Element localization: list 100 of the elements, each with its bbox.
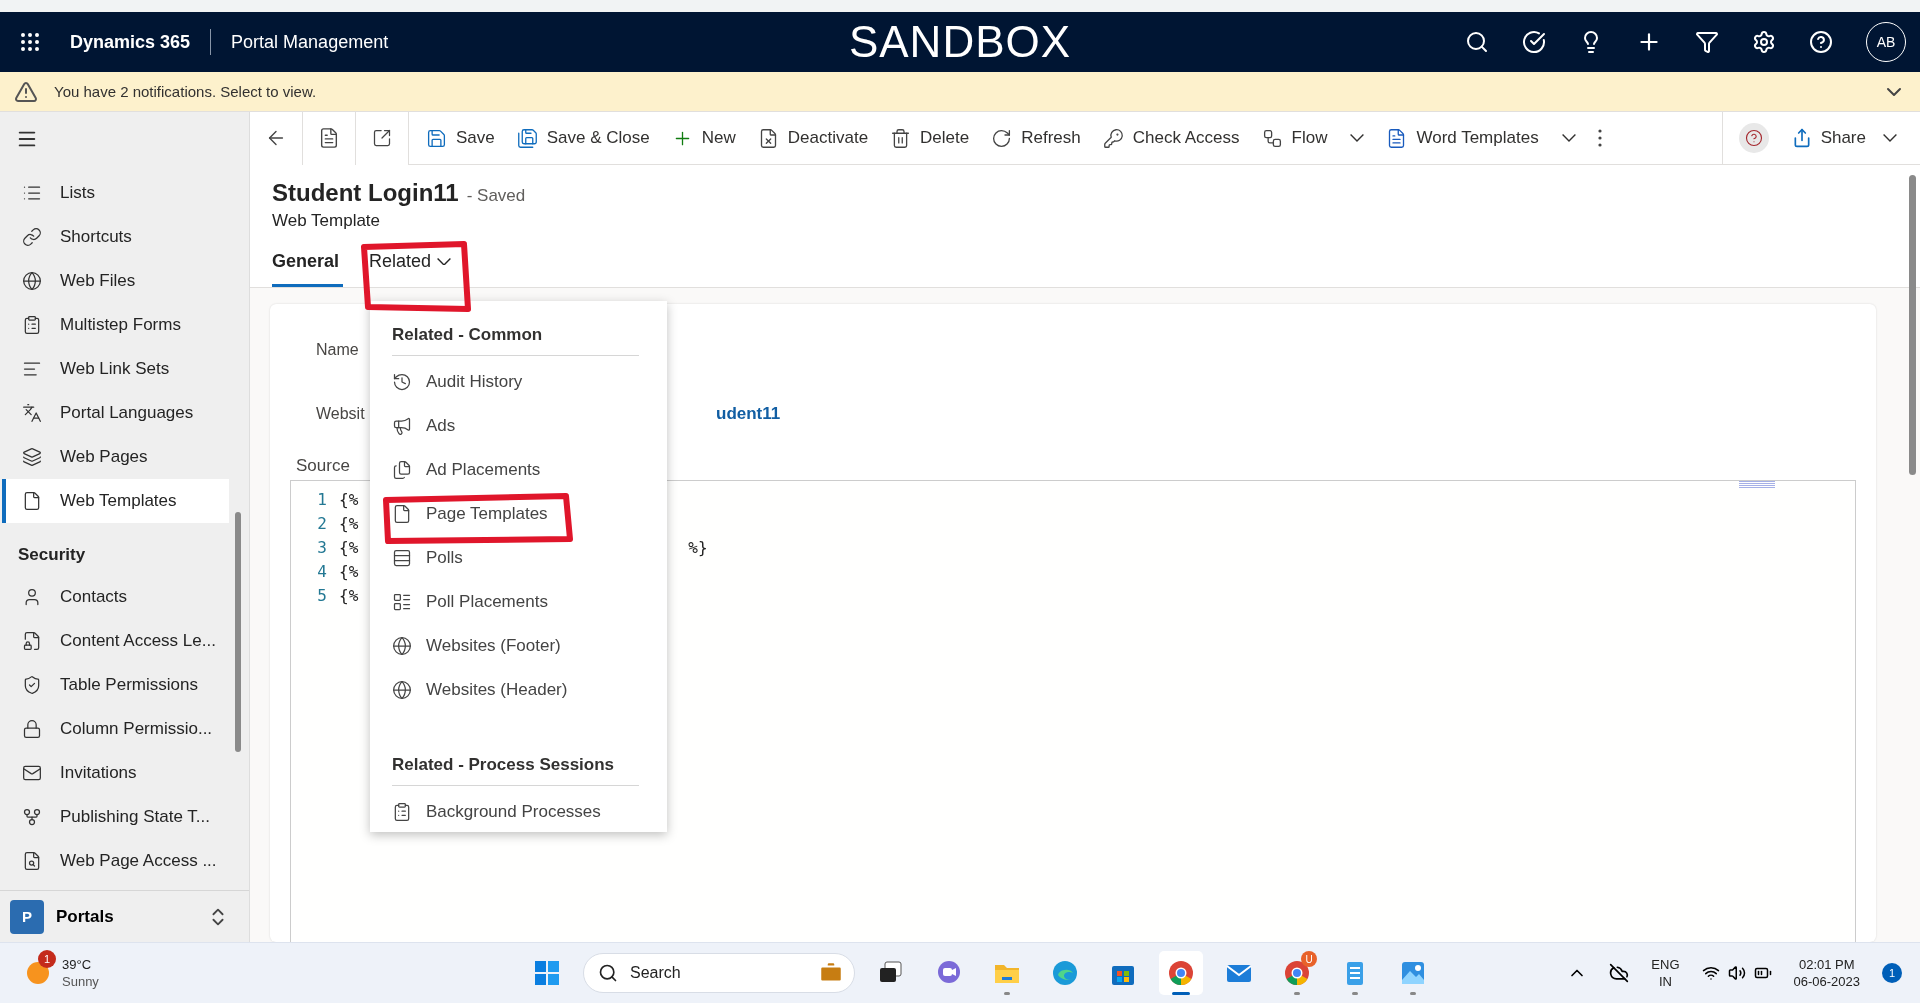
menu-heading: Related - Process Sessions bbox=[392, 721, 639, 786]
sidebar-item[interactable]: Portal Languages bbox=[2, 391, 229, 435]
sidebar-item[interactable]: Web Pages bbox=[2, 435, 229, 479]
key-icon bbox=[1102, 127, 1124, 149]
rows-icon bbox=[392, 548, 412, 568]
sidebar-item[interactable]: Contacts bbox=[2, 575, 229, 619]
refresh-icon bbox=[991, 127, 1013, 149]
globe-icon bbox=[392, 636, 412, 656]
menu-item[interactable]: Poll Placements bbox=[392, 589, 548, 615]
menu-item[interactable]: Audit History bbox=[392, 369, 523, 395]
globe-icon bbox=[22, 271, 42, 291]
layout-list-icon bbox=[392, 592, 412, 612]
sidebar-item[interactable]: Content Access Le... bbox=[2, 619, 229, 663]
menu-item[interactable]: Ads bbox=[392, 413, 456, 439]
shield-icon bbox=[22, 675, 42, 695]
search-icon bbox=[598, 963, 618, 983]
menu-item[interactable]: Polls bbox=[392, 545, 463, 571]
app-name: Dynamics 365 bbox=[70, 31, 191, 53]
line-number: 4 bbox=[316, 561, 328, 581]
share-button[interactable]: Share bbox=[1780, 118, 1908, 158]
chevron-down-icon bbox=[1561, 134, 1576, 142]
menu-heading: Related - Common bbox=[392, 325, 639, 356]
command-button[interactable]: Refresh bbox=[980, 118, 1092, 158]
notification-badge: 1 bbox=[38, 950, 56, 968]
help-icon bbox=[1744, 129, 1763, 147]
sidebar-item[interactable]: Web Link Sets bbox=[2, 347, 229, 391]
sidebar-item[interactable]: Invitations bbox=[2, 751, 229, 795]
menu-item[interactable]: Websites (Header) bbox=[392, 677, 568, 703]
command-button[interactable]: Check Access bbox=[1091, 118, 1251, 158]
field-label: Websit bbox=[316, 405, 365, 423]
wifi-icon[interactable] bbox=[1701, 964, 1720, 982]
clock[interactable]: 02:01 PM 06-06-2023 bbox=[1793, 956, 1860, 990]
notification-text[interactable]: You have 2 notifications. Select to view. bbox=[54, 83, 317, 100]
sidebar-item[interactable]: Shortcuts bbox=[2, 215, 229, 259]
command-button[interactable]: Delete bbox=[879, 118, 981, 158]
code-text: %} bbox=[688, 537, 708, 557]
windows-start-icon bbox=[532, 958, 562, 988]
sidebar-item[interactable]: Lists bbox=[2, 171, 229, 215]
sidebar-item[interactable]: Multistep Forms bbox=[2, 303, 229, 347]
code-text: {% bbox=[339, 585, 359, 605]
taskbar-app[interactable] bbox=[1159, 951, 1203, 995]
sidebar-item[interactable]: Web Files bbox=[2, 259, 229, 303]
file-icon bbox=[22, 491, 42, 511]
search-icon[interactable] bbox=[1465, 30, 1489, 54]
command-button[interactable]: Deactivate bbox=[746, 118, 880, 158]
megaphone-icon bbox=[392, 416, 412, 436]
warning-icon bbox=[14, 79, 38, 104]
menu-item[interactable]: Websites (Footer) bbox=[392, 633, 561, 659]
file-icon bbox=[392, 504, 412, 524]
browser-wave-icon bbox=[1050, 958, 1080, 988]
file-search-icon bbox=[22, 851, 42, 871]
dropdown-button[interactable]: Word Templates bbox=[1375, 118, 1587, 158]
sidebar-item[interactable]: Column Permissio... bbox=[2, 707, 229, 751]
dropdown-button[interactable]: Flow bbox=[1250, 118, 1376, 158]
filter-icon[interactable] bbox=[1695, 30, 1719, 54]
cloud-off-icon[interactable] bbox=[1609, 963, 1630, 983]
record-title: Student Login11 bbox=[272, 179, 459, 207]
search-field[interactable]: Search bbox=[583, 953, 855, 993]
help-button[interactable] bbox=[1738, 123, 1769, 153]
language-indicator[interactable]: ENG IN bbox=[1651, 956, 1680, 990]
help-icon[interactable] bbox=[1809, 30, 1833, 54]
code-text: {% bbox=[339, 489, 359, 509]
document-icon bbox=[318, 127, 340, 149]
code-text: {% bbox=[339, 513, 359, 533]
popout-button[interactable] bbox=[356, 111, 409, 165]
scrollbar-thumb[interactable] bbox=[235, 512, 241, 752]
sidebar-item[interactable]: Web Templates bbox=[2, 479, 229, 523]
tab[interactable]: General bbox=[272, 245, 344, 287]
app-launcher-icon[interactable] bbox=[18, 30, 42, 54]
chevron-down-icon bbox=[1883, 134, 1897, 142]
menu-item[interactable]: Background Processes bbox=[392, 799, 601, 825]
scrollbar-thumb[interactable] bbox=[1909, 175, 1916, 475]
volume-icon[interactable] bbox=[1727, 964, 1746, 982]
flowchart-icon bbox=[22, 807, 42, 827]
mail-icon bbox=[22, 763, 42, 783]
notification-badge: U bbox=[1301, 951, 1317, 967]
command-button[interactable]: Save & Close bbox=[505, 118, 661, 158]
check-circle-icon[interactable] bbox=[1522, 30, 1546, 54]
notification-badge[interactable]: 1 bbox=[1882, 963, 1902, 983]
history-icon bbox=[392, 372, 412, 392]
sidebar-item[interactable]: Table Permissions bbox=[2, 663, 229, 707]
save-icon bbox=[426, 127, 447, 149]
lookup-link[interactable]: udent11 bbox=[716, 404, 1856, 424]
field-label: Name bbox=[316, 341, 359, 359]
flow-icon bbox=[1261, 127, 1283, 149]
chrome-icon bbox=[1166, 958, 1196, 988]
weather-widget[interactable]: 39°C Sunny bbox=[62, 956, 99, 990]
clipboard-icon bbox=[22, 315, 42, 335]
menu-item[interactable]: Ad Placements bbox=[392, 457, 541, 483]
layers-icon bbox=[22, 447, 42, 467]
chevron-down-icon bbox=[437, 257, 452, 266]
sidebar-item[interactable]: Publishing State T... bbox=[2, 795, 229, 839]
area-name: Portal Management bbox=[231, 31, 389, 53]
command-button[interactable]: Save bbox=[415, 118, 506, 158]
settings-icon[interactable] bbox=[1752, 30, 1776, 54]
form-button[interactable] bbox=[303, 111, 356, 165]
link-icon bbox=[22, 227, 42, 247]
command-button[interactable]: New bbox=[660, 118, 747, 158]
code-text: {% bbox=[339, 537, 359, 557]
sidebar-item[interactable]: Web Page Access ... bbox=[2, 839, 229, 883]
